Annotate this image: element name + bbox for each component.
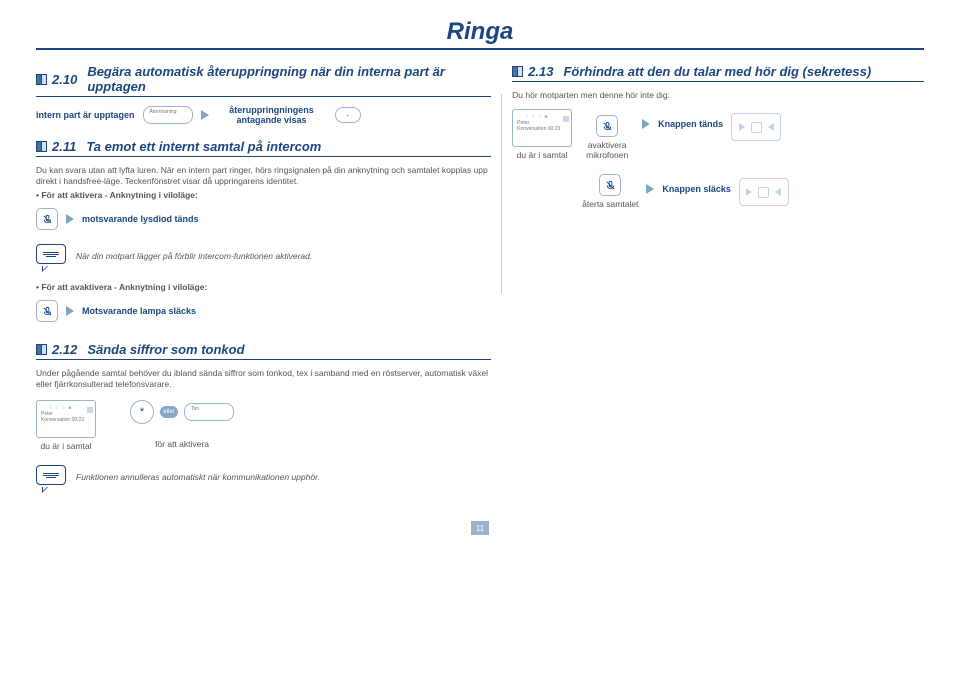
mic-mute-icon (42, 214, 53, 225)
note-intercom: När din motpart lägger på förblir interc… (36, 244, 491, 268)
or-badge: eller (160, 406, 178, 418)
button-lit-label: Knappen tänds (658, 119, 723, 129)
arrow-icon (66, 306, 74, 316)
section-number: 2.10 (52, 72, 77, 87)
in-call-caption: du är i samtal (40, 441, 91, 451)
title-rule (36, 48, 924, 50)
activate-caption: för att aktivera (155, 439, 209, 449)
display-aterringning: Återrinaning (143, 106, 193, 124)
mute-button[interactable] (36, 208, 58, 230)
section-number: 2.13 (528, 64, 553, 79)
display-in-call: ○ ○ ○ ■ PeterKonversation 00:23 (36, 400, 96, 438)
volume-button[interactable] (731, 113, 781, 141)
arrow-icon (642, 119, 650, 129)
mic-mute-icon (605, 180, 616, 191)
column-separator (501, 94, 502, 294)
mute-button[interactable] (36, 300, 58, 322)
note-text: Funktionen annulleras automatiskt när ko… (76, 472, 320, 482)
section-2-12-head: 2.12 Sända siffror som tonkod (36, 342, 491, 360)
resume-caption: återta samtalet (582, 199, 638, 209)
in-call-caption: du är i samtal (517, 150, 568, 160)
asterisk-key[interactable]: * (130, 400, 154, 424)
led-on-label: motsvarande lysdiod tänds (82, 214, 199, 224)
activate-bullet: • För att aktivera - Anknytning i vilolä… (36, 190, 491, 200)
display-ton: Ton (184, 403, 234, 421)
arrow-icon (646, 184, 654, 194)
mute-mic-caption: avaktivera mikrofonen (580, 140, 634, 160)
button-off-label: Knappen släcks (662, 184, 731, 194)
mic-mute-icon (42, 306, 53, 317)
mute-button[interactable] (599, 174, 621, 196)
note-text: När din motpart lägger på förblir interc… (76, 251, 312, 261)
speech-bubble-icon (36, 465, 66, 489)
volume-button[interactable] (739, 178, 789, 206)
intern-part-label: intern part är upptagen (36, 110, 135, 120)
mic-mute-icon (602, 121, 613, 132)
note-tonkod: Funktionen annulleras automatiskt när ko… (36, 465, 491, 489)
section-marker-icon (36, 344, 47, 355)
section-title: Förhindra att den du talar med hör dig (… (563, 64, 871, 79)
dot-button[interactable]: • (335, 107, 361, 123)
section-2-11-head: 2.11 Ta emot ett internt samtal på inter… (36, 139, 491, 157)
display-in-call: ○ ○ ○ ■ PeterKonversation 00:23 (512, 109, 572, 147)
deactivate-bullet: • För att avaktivera - Anknytning i vilo… (36, 282, 491, 292)
s211-body: Du kan svara utan att lyfta luren. När e… (36, 165, 491, 187)
section-number: 2.11 (52, 139, 76, 154)
page-title: Ringa (36, 18, 924, 46)
s213-intro: Du hör motparten men denne hör inte dig: (512, 90, 924, 101)
led-off-label: Motsvarande lampa släcks (82, 306, 196, 316)
s212-body: Under pågående samtal behöver du ibland … (36, 368, 491, 390)
section-title: Ta emot ett internt samtal på intercom (86, 139, 321, 154)
section-title: Begära automatisk återuppringning när di… (87, 64, 491, 94)
section-marker-icon (512, 66, 523, 77)
mute-button[interactable] (596, 115, 618, 137)
ateruppringning-label: återuppringningens antagande visas (217, 105, 327, 125)
section-2-13-head: 2.13 Förhindra att den du talar med hör … (512, 64, 924, 82)
section-2-10-head: 2.10 Begära automatisk återuppringning n… (36, 64, 491, 97)
section-marker-icon (36, 74, 47, 85)
arrow-icon (66, 214, 74, 224)
speech-bubble-icon (36, 244, 66, 268)
section-number: 2.12 (52, 342, 77, 357)
page-number: 11 (471, 521, 489, 535)
arrow-icon (201, 110, 209, 120)
section-title: Sända siffror som tonkod (87, 342, 244, 357)
section-marker-icon (36, 141, 47, 152)
